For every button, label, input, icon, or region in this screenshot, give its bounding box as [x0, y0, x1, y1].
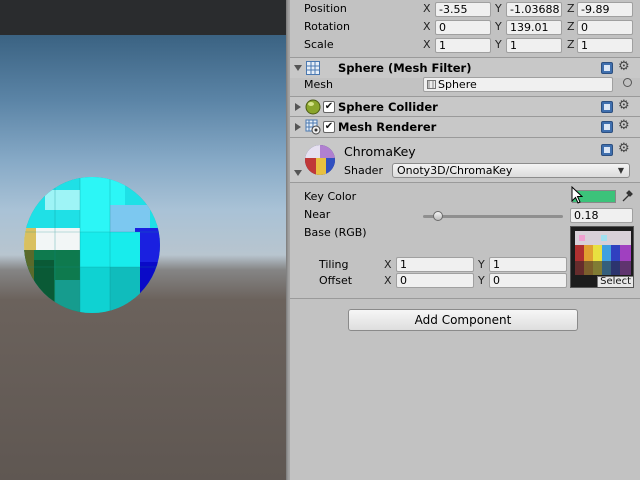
mesh-value: Sphere: [438, 78, 477, 91]
mesh-filter-header[interactable]: Sphere (Mesh Filter) ⚙: [290, 58, 640, 78]
scale-x-field[interactable]: 1: [435, 38, 491, 53]
separator: [290, 298, 640, 299]
base-texture-slot[interactable]: Select: [570, 226, 634, 288]
rotation-x-axis: X: [423, 20, 431, 33]
texture-select-button[interactable]: Select: [597, 276, 633, 287]
scale-z-axis: Z: [567, 38, 575, 51]
near-label: Near: [304, 208, 331, 221]
scale-y-axis: Y: [495, 38, 502, 51]
rotation-z-axis: Z: [567, 20, 575, 33]
gear-icon[interactable]: ⚙: [618, 119, 630, 132]
tiling-x-field[interactable]: 1: [396, 257, 474, 272]
separator: [290, 182, 640, 183]
position-label: Position: [304, 2, 347, 15]
mesh-renderer-title: Mesh Renderer: [338, 120, 437, 134]
foldout-arrow-icon[interactable]: [294, 170, 302, 176]
chroma-sphere: [24, 177, 160, 313]
mesh-renderer-header[interactable]: ✔ Mesh Renderer ⚙: [290, 117, 640, 137]
key-color-label: Key Color: [304, 190, 357, 203]
scale-label: Scale: [304, 38, 334, 51]
foldout-arrow-icon[interactable]: [295, 103, 301, 111]
offset-label: Offset: [319, 274, 353, 287]
offset-x-field[interactable]: 0: [396, 273, 474, 288]
tiling-y-field[interactable]: 1: [489, 257, 567, 272]
near-value-field[interactable]: 0.18: [570, 208, 633, 223]
inspector-panel: Position X -3.55 Y -1.03688 Z -9.89 Rota…: [290, 0, 640, 480]
shader-value: Onoty3D/ChromaKey: [397, 164, 513, 177]
shader-label: Shader: [344, 164, 383, 177]
help-book-icon[interactable]: [601, 101, 613, 113]
rotation-y-axis: Y: [495, 20, 502, 33]
rotation-label: Rotation: [304, 20, 351, 33]
tiling-y-axis: Y: [478, 258, 485, 271]
material-header[interactable]: ChromaKey Shader Onoty3D/ChromaKey ▼ ⚙: [290, 138, 640, 182]
eyedropper-icon[interactable]: [621, 189, 634, 203]
gear-icon[interactable]: ⚙: [618, 142, 630, 155]
position-z-field[interactable]: -9.89: [577, 2, 633, 17]
material-sphere-preview-icon: [305, 145, 335, 175]
foldout-arrow-icon[interactable]: [295, 123, 301, 131]
help-book-icon[interactable]: [601, 62, 613, 74]
base-rgb-label: Base (RGB): [304, 226, 367, 239]
rotation-x-field[interactable]: 0: [435, 20, 491, 35]
offset-x-axis: X: [384, 274, 392, 287]
mesh-asset-icon: [427, 80, 436, 89]
help-book-icon[interactable]: [601, 144, 613, 156]
near-slider-thumb[interactable]: [433, 211, 444, 221]
mesh-filter-title: Sphere (Mesh Filter): [338, 61, 472, 75]
mesh-label: Mesh: [304, 78, 333, 91]
offset-y-field[interactable]: 0: [489, 273, 567, 288]
sphere-collider-header[interactable]: ✔ Sphere Collider ⚙: [290, 97, 640, 117]
chevron-down-icon: ▼: [617, 166, 624, 175]
scale-z-field[interactable]: 1: [577, 38, 633, 53]
foldout-arrow-icon[interactable]: [294, 65, 302, 71]
rotation-z-field[interactable]: 0: [577, 20, 633, 35]
tiling-label: Tiling: [319, 258, 349, 271]
shader-dropdown[interactable]: Onoty3D/ChromaKey ▼: [392, 163, 630, 178]
mesh-renderer-enabled-checkbox[interactable]: ✔: [323, 121, 335, 133]
add-component-button[interactable]: Add Component: [348, 309, 578, 331]
position-y-field[interactable]: -1.03688: [506, 2, 562, 17]
sphere-collider-enabled-checkbox[interactable]: ✔: [323, 101, 335, 113]
scale-y-field[interactable]: 1: [506, 38, 562, 53]
sphere-collider-title: Sphere Collider: [338, 100, 438, 114]
scene-view[interactable]: [0, 0, 286, 480]
mouse-cursor-icon: [571, 186, 583, 204]
rotation-y-field[interactable]: 139.01: [506, 20, 562, 35]
help-book-icon[interactable]: [601, 121, 613, 133]
object-picker-icon[interactable]: [623, 78, 632, 87]
sphere-collider-icon: [305, 99, 321, 115]
gear-icon[interactable]: ⚙: [618, 60, 630, 73]
offset-y-axis: Y: [478, 274, 485, 287]
mesh-renderer-icon: [305, 119, 321, 135]
mesh-object-field[interactable]: Sphere: [423, 77, 613, 92]
position-y-axis: Y: [495, 2, 502, 15]
material-name: ChromaKey: [344, 144, 416, 159]
grid-mesh-icon: [306, 61, 320, 75]
near-slider-track[interactable]: [423, 215, 563, 218]
tiling-x-axis: X: [384, 258, 392, 271]
position-z-axis: Z: [567, 2, 575, 15]
scale-x-axis: X: [423, 38, 431, 51]
position-x-axis: X: [423, 2, 431, 15]
position-x-field[interactable]: -3.55: [435, 2, 491, 17]
gear-icon[interactable]: ⚙: [618, 99, 630, 112]
